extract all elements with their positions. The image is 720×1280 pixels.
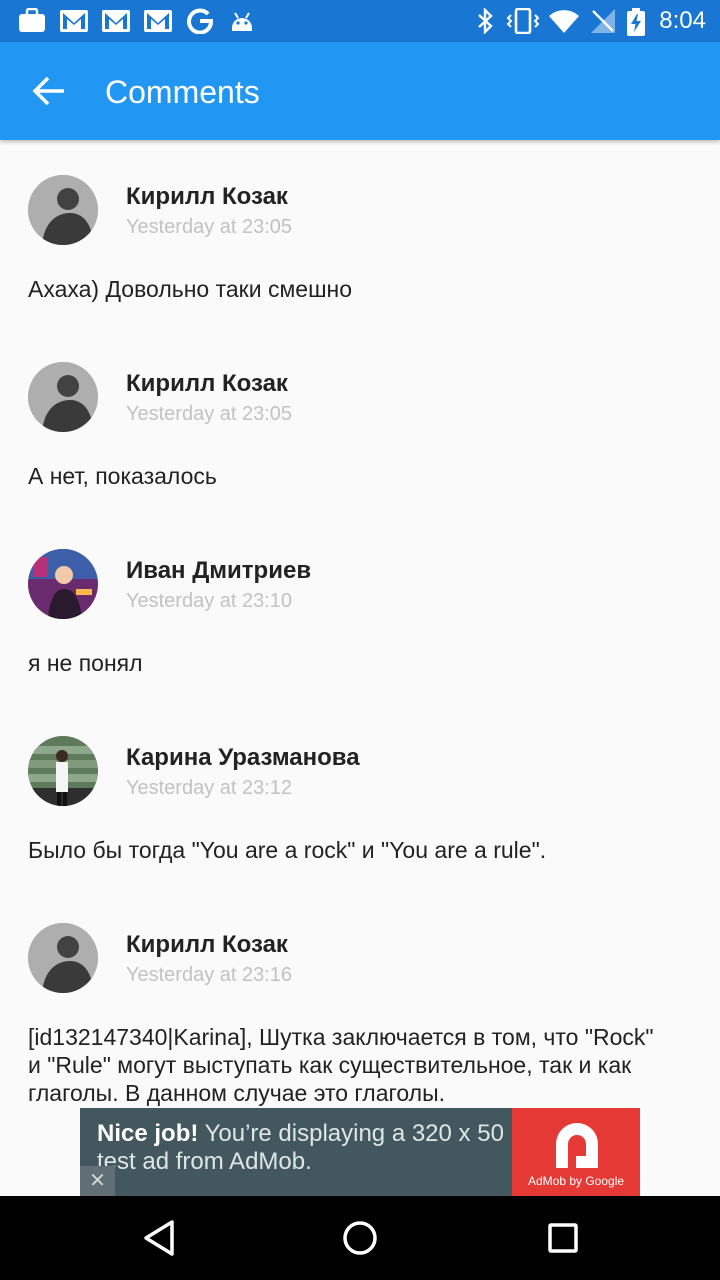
briefcase-icon xyxy=(19,8,45,32)
google-icon xyxy=(187,8,214,34)
admob-logo: AdMob by Google xyxy=(512,1108,640,1196)
clock-time: 8:04 xyxy=(659,7,706,34)
comment-text: Было бы тогда "You are a rock" и "You ar… xyxy=(28,837,547,863)
recents-square-icon[interactable] xyxy=(546,1218,580,1258)
comment-author[interactable]: Кирилл Козак xyxy=(126,183,288,211)
app-bar: Comments xyxy=(0,42,720,140)
comment-author[interactable]: Кирилл Козак xyxy=(126,931,288,959)
comment-item: Иван Дмитриев Yesterday at 23:10 я не по… xyxy=(0,549,720,736)
avatar[interactable] xyxy=(28,736,98,806)
gmail-icon xyxy=(102,10,130,32)
wifi-icon xyxy=(549,10,579,34)
bluetooth-icon xyxy=(478,8,493,34)
comment-author[interactable]: Карина Уразманова xyxy=(126,744,360,772)
comment-time: Yesterday at 23:16 xyxy=(126,964,293,986)
vibrate-icon xyxy=(506,8,540,34)
comment-text: я не понял xyxy=(28,650,143,676)
ad-headline: Nice job! xyxy=(97,1120,199,1147)
comment-text: А нет, показалось xyxy=(28,463,217,489)
status-bar: 8:04 xyxy=(0,0,720,42)
comment-time: Yesterday at 23:05 xyxy=(126,403,293,425)
comment-text: [id132147340|Karina], Шутка заключается … xyxy=(28,1024,654,1106)
comment-author[interactable]: Иван Дмитриев xyxy=(126,557,311,585)
comment-time: Yesterday at 23:10 xyxy=(126,590,293,612)
ad-text: Nice job! You’re displaying a 320 x 50 t… xyxy=(97,1120,517,1176)
comment-time: Yesterday at 23:05 xyxy=(126,216,293,238)
avatar[interactable] xyxy=(28,362,98,432)
ad-banner[interactable]: Nice job! You’re displaying a 320 x 50 t… xyxy=(80,1108,640,1196)
comment-item: Кирилл Козак Yesterday at 23:05 Ахаха) Д… xyxy=(0,175,720,362)
avatar[interactable] xyxy=(28,923,98,993)
gmail-icon xyxy=(144,10,172,32)
ad-brand: AdMob by Google xyxy=(527,1174,625,1188)
battery-charging-icon xyxy=(627,8,645,36)
page-title: Comments xyxy=(105,74,260,110)
comment-time: Yesterday at 23:12 xyxy=(126,777,293,799)
home-circle-icon[interactable] xyxy=(341,1218,379,1258)
no-signal-icon xyxy=(591,9,615,33)
navigation-bar xyxy=(0,1196,720,1280)
comment-item: Кирилл Козак Yesterday at 23:05 А нет, п… xyxy=(0,362,720,549)
gmail-icon xyxy=(60,10,88,32)
android-icon xyxy=(232,12,252,31)
avatar[interactable] xyxy=(28,549,98,619)
comment-text: Ахаха) Довольно таки смешно xyxy=(28,276,353,302)
avatar[interactable] xyxy=(28,175,98,245)
comment-author[interactable]: Кирилл Козак xyxy=(126,370,288,398)
ad-close-button[interactable]: ✕ xyxy=(80,1166,115,1196)
back-triangle-icon[interactable] xyxy=(142,1218,176,1258)
comment-item: Карина Уразманова Yesterday at 23:12 Был… xyxy=(0,736,720,923)
arrow-back-icon[interactable] xyxy=(28,73,68,109)
comment-item: Кирилл Козак Yesterday at 23:16 [id13214… xyxy=(0,923,720,1110)
admob-icon xyxy=(556,1123,598,1168)
